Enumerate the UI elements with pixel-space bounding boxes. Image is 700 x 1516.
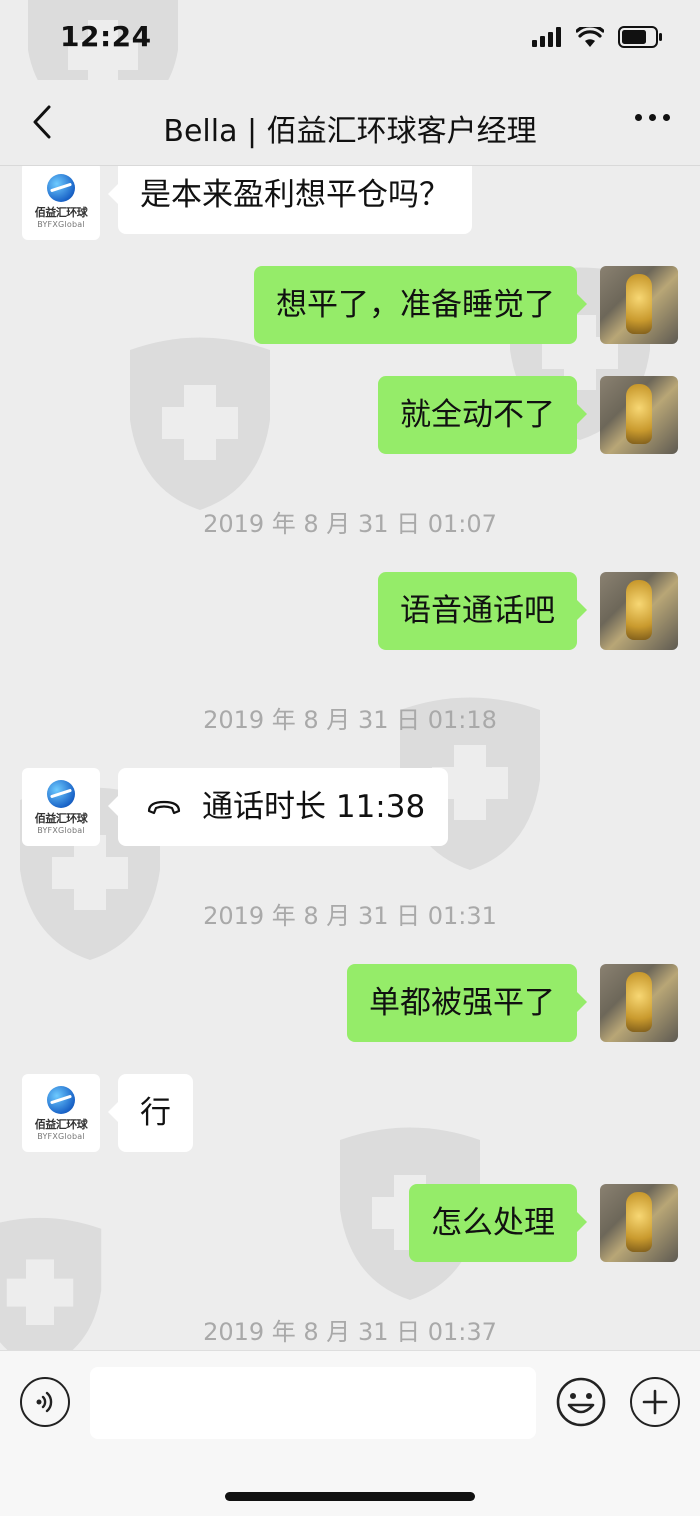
message-bubble-sent[interactable]: 单都被强平了 [347,964,587,1042]
message-bubble-received[interactable]: 是本来盈利想平仓吗？ [108,166,472,234]
avatar-logo-cn: 佰益汇环球 [34,1117,88,1131]
message-timestamp: 2019 年 8 月 31 日 01:18 [203,706,497,734]
phone-hangup-icon [147,800,181,815]
message-timestamp: 2019 年 8 月 31 日 01:37 [203,1318,497,1346]
user-avatar[interactable] [600,376,678,454]
user-avatar[interactable] [600,1184,678,1262]
avatar-logo-en: BYFXGlobal [37,1131,85,1141]
message-list[interactable]: 佰益汇环球 BYFXGlobal 是本来盈利想平仓吗？ 想平了，准备睡觉了 就全… [0,166,700,1350]
more-button[interactable] [635,114,670,121]
message-bubble-sent[interactable]: 就全动不了 [378,376,587,454]
more-dots-icon [635,114,642,121]
user-avatar[interactable] [600,572,678,650]
emoji-icon [556,1377,606,1427]
chat-header: Bella | 佰益汇环球客户经理 [0,80,700,166]
message-bubble-sent[interactable]: 想平了，准备睡觉了 [254,266,587,344]
status-bar: 12:24 [0,0,700,80]
wifi-icon [576,27,604,47]
status-time: 12:24 [60,20,152,53]
pendant-image [626,1192,652,1252]
contact-avatar[interactable]: 佰益汇环球 BYFXGlobal [22,768,100,846]
voice-input-button[interactable] [20,1377,70,1427]
byfx-logo-icon [47,1085,75,1114]
plus-icon [642,1389,668,1415]
avatar-logo-en: BYFXGlobal [37,825,85,835]
message-timestamp: 2019 年 8 月 31 日 01:07 [203,510,497,538]
call-record-bubble[interactable]: 通话时长 11:38 [108,768,448,846]
emoji-button[interactable] [556,1377,606,1427]
user-avatar[interactable] [600,964,678,1042]
user-avatar[interactable] [600,266,678,344]
avatar-logo-en: BYFXGlobal [37,219,85,229]
chat-title: Bella | 佰益汇环球客户经理 [163,114,537,149]
call-duration-text: 通话时长 11:38 [202,789,426,825]
message-input[interactable] [90,1367,536,1439]
voice-input-icon [36,1391,53,1413]
message-timestamp: 2019 年 8 月 31 日 01:31 [203,902,497,930]
message-bubble-sent[interactable]: 怎么处理 [409,1184,587,1262]
message-bubble-received[interactable]: 行 [108,1074,193,1152]
more-dot [649,114,656,121]
message-bubble-sent[interactable]: 语音通话吧 [378,572,587,650]
avatar-logo-cn: 佰益汇环球 [34,811,88,825]
pendant-image [626,580,652,640]
pendant-image [626,972,652,1032]
byfx-logo-icon [47,173,75,202]
status-icons [532,26,664,48]
pendant-image [626,274,652,334]
contact-avatar[interactable]: 佰益汇环球 BYFXGlobal [22,166,100,240]
contact-avatar[interactable]: 佰益汇环球 BYFXGlobal [22,1074,100,1152]
pendant-image [626,384,652,444]
byfx-logo-icon [47,779,75,808]
more-actions-button[interactable] [630,1377,680,1427]
more-dot [663,114,670,121]
cellular-signal-icon [532,27,561,47]
avatar-logo-cn: 佰益汇环球 [34,205,88,219]
battery-icon [618,26,662,48]
home-indicator[interactable] [225,1492,475,1501]
